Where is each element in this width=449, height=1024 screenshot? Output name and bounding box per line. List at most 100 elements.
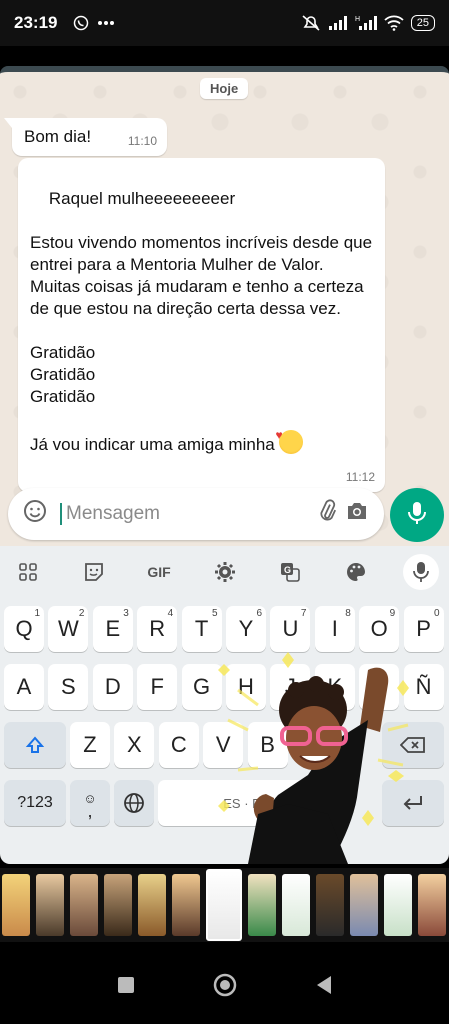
space-bar[interactable]: ES · PT — [158, 780, 334, 826]
key-label: G — [193, 674, 211, 699]
key-t[interactable]: T5 — [181, 606, 222, 652]
message-text: Raquel mulheeeeeeeeer Estou vivendo mome… — [30, 189, 373, 454]
key-label: J — [284, 674, 296, 699]
message-bubble[interactable]: Raquel mulheeeeeeeeer Estou vivendo mome… — [18, 158, 385, 492]
shift-arrow-icon — [25, 736, 45, 753]
key-label: H — [238, 674, 254, 699]
voice-typing-microphone-icon[interactable] — [403, 554, 439, 590]
chat-area[interactable]: Hoje Bom dia! 11:10 Raquel mulheeeeeeeee… — [0, 66, 449, 546]
key-label: S — [61, 674, 76, 699]
clock: 23:19 — [14, 13, 58, 32]
key-s[interactable]: S — [48, 664, 89, 710]
gallery-thumbnail-strip[interactable] — [0, 868, 449, 942]
keyboard[interactable]: GIF G ?123 ☺ , ES · PT Q1W2E3R4T5Y6U7I8O… — [0, 546, 449, 864]
key-x[interactable]: X — [114, 722, 155, 768]
gif-button[interactable]: GIF — [141, 554, 177, 590]
home-circle-icon[interactable] — [213, 973, 237, 1002]
translate-icon[interactable]: G — [272, 554, 308, 590]
gallery-thumbnail[interactable] — [316, 874, 344, 936]
key-c[interactable]: C — [158, 722, 199, 768]
key-ñ[interactable]: Ñ — [403, 664, 444, 710]
camera-icon[interactable] — [342, 500, 372, 528]
gallery-thumbnail[interactable] — [172, 874, 200, 936]
key-label: Z — [83, 732, 97, 757]
key-g[interactable]: G — [181, 664, 222, 710]
apps-grid-icon[interactable] — [10, 554, 46, 590]
key-l[interactable]: L — [359, 664, 400, 710]
gallery-thumbnail[interactable] — [248, 874, 276, 936]
key-o[interactable]: O9 — [359, 606, 400, 652]
key-hint: 2 — [78, 608, 85, 619]
message-input[interactable]: Mensagem — [60, 503, 312, 525]
key-hint: 9 — [389, 608, 396, 619]
gallery-thumbnail-selected[interactable] — [206, 869, 242, 941]
date-chip: Hoje — [200, 78, 249, 99]
theme-palette-icon[interactable] — [338, 554, 374, 590]
comma-emoji-key[interactable]: ☺ , — [70, 780, 110, 826]
gallery-thumbnail[interactable] — [350, 874, 378, 936]
gallery-thumbnail[interactable] — [70, 874, 98, 936]
emoji-icon[interactable] — [20, 499, 50, 529]
key-h[interactable]: H — [226, 664, 266, 710]
whatsapp-icon — [73, 15, 89, 31]
numbers-symbols-key[interactable]: ?123 — [4, 780, 66, 826]
key-r[interactable]: R4 — [137, 606, 178, 652]
key-f[interactable]: F — [137, 664, 178, 710]
key-hint: 5 — [212, 608, 218, 619]
more-dots-icon — [97, 20, 115, 26]
svg-text:H: H — [355, 16, 360, 23]
svg-text:G: G — [284, 565, 291, 575]
attach-icon[interactable] — [312, 499, 342, 529]
key-hint: 7 — [300, 608, 307, 619]
gallery-thumbnail[interactable] — [384, 874, 412, 936]
key-z[interactable]: Z — [70, 722, 110, 768]
key-label: K — [327, 674, 343, 699]
recents-square-icon[interactable] — [117, 976, 135, 999]
signal-icon — [328, 15, 348, 31]
gallery-thumbnail[interactable] — [2, 874, 30, 936]
status-bar: 23:19 H 25 — [0, 0, 449, 46]
key-hint: 6 — [256, 608, 262, 619]
key-y[interactable]: Y6 — [226, 606, 266, 652]
key-hint: 1 — [34, 608, 40, 619]
key-q[interactable]: Q1 — [4, 606, 44, 652]
key-d[interactable]: D — [92, 664, 133, 710]
smiling-hearts-emoji-icon — [275, 424, 304, 454]
enter-key[interactable] — [382, 780, 444, 826]
settings-gear-icon[interactable] — [207, 554, 243, 590]
gallery-thumbnail[interactable] — [418, 874, 446, 936]
key-v[interactable]: V — [203, 722, 244, 768]
gallery-thumbnail[interactable] — [282, 874, 310, 936]
gallery-thumbnail[interactable] — [36, 874, 64, 936]
key-label: C — [170, 732, 187, 757]
key-j[interactable]: J — [270, 664, 311, 710]
key-label: L — [373, 674, 386, 699]
key-w[interactable]: W2 — [48, 606, 89, 652]
system-navigation-bar — [0, 950, 449, 1024]
key-u[interactable]: U7 — [270, 606, 311, 652]
key-k[interactable]: K — [314, 664, 355, 710]
key-hint: 3 — [123, 608, 129, 619]
message-bubble[interactable]: Bom dia! 11:10 — [4, 118, 167, 156]
key-a[interactable]: A — [4, 664, 44, 710]
gallery-thumbnail[interactable] — [104, 874, 132, 936]
gallery-thumbnail[interactable] — [138, 874, 166, 936]
key-label: B — [260, 732, 275, 757]
backspace-key[interactable] — [382, 722, 444, 768]
shift-key[interactable] — [4, 722, 66, 768]
key-e[interactable]: E3 — [92, 606, 133, 652]
language-globe-key[interactable] — [114, 780, 154, 826]
message-composer[interactable]: Mensagem — [8, 488, 384, 540]
key-b[interactable]: B — [247, 722, 288, 768]
microphone-icon — [406, 500, 428, 531]
key-p[interactable]: P0 — [403, 606, 444, 652]
key-label: Y — [238, 616, 254, 641]
key-label: A — [16, 674, 32, 699]
key-label: V — [215, 732, 231, 757]
voice-message-button[interactable] — [390, 488, 444, 542]
key-label: X — [127, 732, 142, 757]
key-i[interactable]: I8 — [314, 606, 355, 652]
key-label: W — [58, 616, 79, 641]
sticker-icon[interactable] — [76, 554, 112, 590]
back-triangle-icon[interactable] — [315, 975, 333, 1000]
